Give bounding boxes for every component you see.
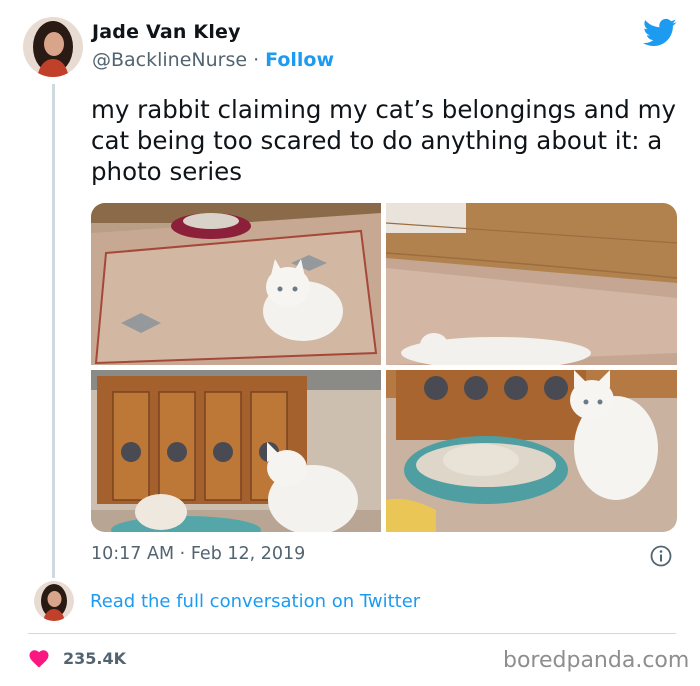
conversation-avatar[interactable] [34,581,74,621]
read-conversation-link[interactable]: Read the full conversation on Twitter [90,591,420,612]
like-count: 235.4K [63,649,127,668]
photo-2[interactable] [386,203,677,365]
photo-grid [91,203,677,532]
photo-1[interactable] [91,203,381,365]
author-handle-row: @BacklineNurse · Follow [92,49,334,71]
author-avatar[interactable] [23,17,83,77]
tweet-date: Feb 12, 2019 [190,544,306,564]
tweet-time: 10:17 AM [91,544,175,564]
watermark: boredpanda.com [503,648,690,673]
tweet-text: my rabbit claiming my cat’s belongings a… [91,95,676,186]
author-display-name[interactable]: Jade Van Kley [92,21,241,43]
separator-dot: · [253,49,260,71]
heart-icon[interactable] [29,650,49,668]
photo-4[interactable] [386,370,677,532]
thread-line [52,84,55,578]
author-handle[interactable]: @BacklineNurse [92,49,247,71]
follow-button[interactable]: Follow [265,49,334,71]
photo-3[interactable] [91,370,381,532]
divider [28,633,676,634]
tweet-timestamp[interactable]: 10:17 AM · Feb 12, 2019 [91,544,305,564]
timestamp-separator: · [179,544,186,564]
twitter-bird-icon[interactable] [643,18,677,48]
info-icon[interactable] [650,545,672,567]
